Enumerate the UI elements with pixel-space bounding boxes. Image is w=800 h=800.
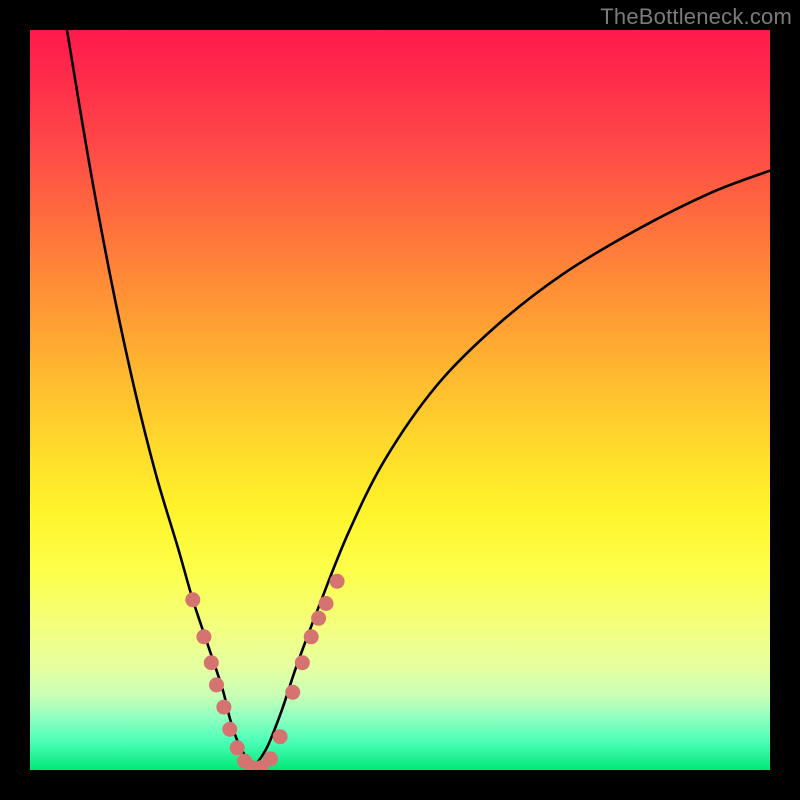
- sample-dot: [319, 596, 334, 611]
- dots-svg: [30, 30, 770, 770]
- sample-dot: [285, 685, 300, 700]
- sample-dot: [330, 574, 345, 589]
- watermark-text: TheBottleneck.com: [600, 4, 792, 30]
- sample-dot: [311, 611, 326, 626]
- sample-dot: [304, 629, 319, 644]
- sample-dot: [273, 729, 288, 744]
- sample-dot: [185, 592, 200, 607]
- sample-dot: [204, 655, 219, 670]
- plot-area: [30, 30, 770, 770]
- sample-dots: [185, 574, 344, 770]
- sample-dot: [196, 629, 211, 644]
- sample-dot: [216, 700, 231, 715]
- chart-frame: TheBottleneck.com: [0, 0, 800, 800]
- sample-dot: [230, 740, 245, 755]
- sample-dot: [222, 722, 237, 737]
- sample-dot: [209, 677, 224, 692]
- sample-dot: [295, 655, 310, 670]
- sample-dot: [263, 751, 278, 766]
